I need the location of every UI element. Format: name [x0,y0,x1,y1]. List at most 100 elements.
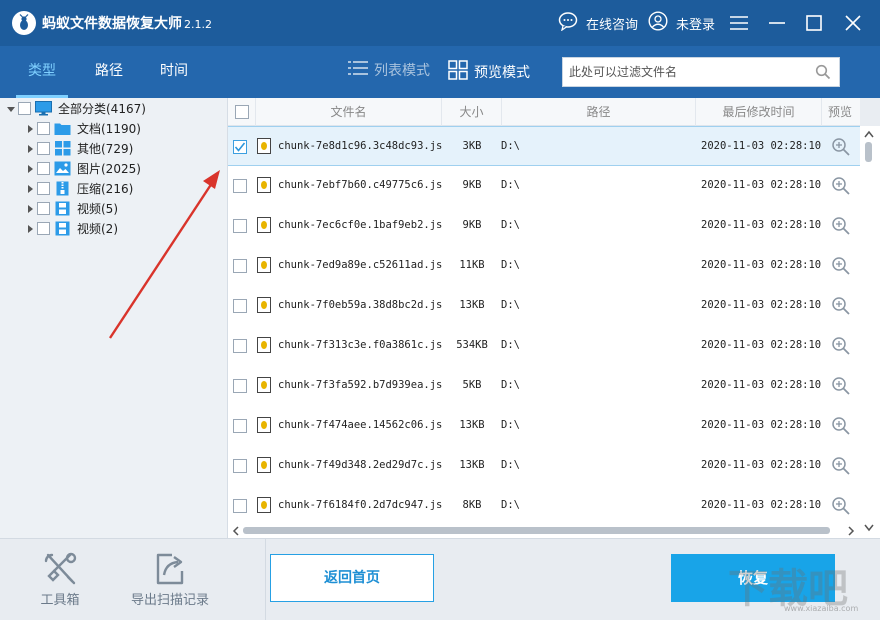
scroll-down-arrow-icon[interactable] [860,522,880,534]
login-button[interactable]: 未登录 [648,11,715,34]
tree-item-video-1[interactable]: 视频(5) [25,198,118,218]
zoom-preview-icon[interactable] [831,456,851,479]
tree-item-video-2[interactable]: 视频(2) [25,218,118,238]
scroll-right-arrow-icon[interactable] [845,524,857,538]
export-scan-record-button[interactable]: 导出扫描记录 [126,549,214,608]
table-row[interactable]: chunk-7f474aee.14562c06.js 13KB D:\ 2020… [228,406,860,446]
table-row[interactable]: chunk-7ebf7b60.c49775c6.js 9KB D:\ 2020-… [228,166,860,206]
maximize-button[interactable] [803,12,825,34]
tree-item-checkbox[interactable] [37,201,50,215]
collapsed-arrow-icon[interactable] [25,143,35,153]
row-checkbox[interactable] [233,419,247,433]
collapsed-arrow-icon[interactable] [25,123,35,133]
tree-item-checkbox[interactable] [37,121,50,135]
list-icon [348,60,368,80]
tree-item-archives[interactable]: 压缩(216) [25,178,133,198]
online-consult-button[interactable]: 在线咨询 [558,12,638,34]
tree-item-checkbox[interactable] [37,221,50,235]
collapsed-arrow-icon[interactable] [25,163,35,173]
row-checkbox[interactable] [233,459,247,473]
file-mtime: 2020-11-03 02:28:10 [701,379,822,391]
table-row[interactable]: chunk-7ed9a89e.c52611ad.js 11KB D:\ 2020… [228,246,860,286]
tree-item-images[interactable]: 图片(2025) [25,158,141,178]
column-header-mtime[interactable]: 最后修改时间 [696,98,822,126]
column-header-preview[interactable]: 预览 [822,98,860,126]
horizontal-scrollbar[interactable] [228,524,860,538]
expanded-arrow-icon[interactable] [6,103,16,113]
table-row[interactable]: chunk-7f0eb59a.38d8bc2d.js 13KB D:\ 2020… [228,286,860,326]
table-row[interactable]: chunk-7f49d348.2ed29d7c.js 13KB D:\ 2020… [228,446,860,486]
collapsed-arrow-icon[interactable] [25,223,35,233]
row-checkbox[interactable] [233,499,247,513]
filter-input[interactable] [563,58,803,86]
file-path: D:\ [501,419,520,431]
back-home-button[interactable]: 返回首页 [270,554,434,602]
tab-path[interactable]: 路径 [95,60,123,80]
tree-item-other[interactable]: 其他(729) [25,138,133,158]
file-mtime: 2020-11-03 02:28:10 [701,259,822,271]
close-button[interactable] [842,12,864,34]
grid-view-icon [448,60,468,84]
column-header-path[interactable]: 路径 [502,98,696,126]
toolbox-button[interactable]: 工具箱 [36,549,84,608]
tree-item-checkbox[interactable] [37,141,50,155]
file-mtime: 2020-11-03 02:28:10 [701,179,822,191]
tab-time[interactable]: 时间 [160,60,188,80]
list-mode-button[interactable]: 列表模式 [348,60,430,80]
vertical-scroll-thumb[interactable] [865,142,872,162]
zoom-preview-icon[interactable] [831,496,851,519]
column-header-name[interactable]: 文件名 [256,98,442,126]
app-logo-icon [12,11,36,35]
select-all-checkbox[interactable] [234,104,249,119]
tree-root-label: 全部分类(4167) [58,101,146,116]
table-row[interactable]: chunk-7e8d1c96.3c48dc93.js 3KB D:\ 2020-… [228,126,860,166]
zoom-preview-icon[interactable] [831,416,851,439]
file-size: 13KB [459,299,485,311]
preview-mode-button[interactable]: 预览模式 [448,60,530,84]
zoom-preview-icon[interactable] [831,256,851,279]
column-header-size[interactable]: 大小 [442,98,502,126]
tree-item-documents[interactable]: 文档(1190) [25,118,141,138]
collapsed-arrow-icon[interactable] [25,203,35,213]
scroll-up-arrow-icon[interactable] [860,128,880,140]
file-name: chunk-7f49d348.2ed29d7c.js [278,459,443,471]
row-checkbox[interactable] [233,299,247,313]
row-checkbox[interactable] [233,259,247,273]
row-checkbox[interactable] [233,339,247,353]
table-row[interactable]: chunk-7f313c3e.f0a3861c.js 534KB D:\ 202… [228,326,860,366]
row-checkbox[interactable] [233,140,247,154]
horizontal-scroll-thumb[interactable] [243,527,830,534]
js-file-icon [257,177,271,193]
monitor-icon [35,100,52,116]
tree-item-checkbox[interactable] [37,161,50,175]
tab-type[interactable]: 类型 [28,60,56,80]
scroll-left-arrow-icon[interactable] [230,524,242,538]
zoom-preview-icon[interactable] [831,176,851,199]
tree-root[interactable]: 全部分类(4167) [6,98,146,118]
row-checkbox[interactable] [233,179,247,193]
row-checkbox[interactable] [233,379,247,393]
close-icon [845,15,861,31]
maximize-icon [806,15,822,31]
table-row[interactable]: chunk-7ec6cf0e.1baf9eb2.js 9KB D:\ 2020-… [228,206,860,246]
table-row[interactable]: chunk-7f6184f0.2d7dc947.js 8KB D:\ 2020-… [228,486,860,524]
table-row[interactable]: chunk-7f3fa592.b7d939ea.js 5KB D:\ 2020-… [228,366,860,406]
tree-root-checkbox[interactable] [18,101,31,115]
file-name: chunk-7ec6cf0e.1baf9eb2.js [278,219,443,231]
row-checkbox[interactable] [233,219,247,233]
tree-item-checkbox[interactable] [37,181,50,195]
zoom-preview-icon[interactable] [831,296,851,319]
watermark-url: www.xiazaiba.com [784,604,859,613]
tree-item-label: 其他(729) [77,141,134,156]
vertical-scrollbar[interactable] [860,126,880,538]
zoom-preview-icon[interactable] [831,216,851,239]
zoom-preview-icon[interactable] [831,376,851,399]
minimize-button[interactable] [766,12,788,34]
zoom-preview-icon[interactable] [831,137,851,160]
bottom-divider [265,539,266,620]
menu-button[interactable] [728,12,750,34]
collapsed-arrow-icon[interactable] [25,183,35,193]
zoom-preview-icon[interactable] [831,336,851,359]
js-file-icon [257,337,271,353]
search-icon[interactable] [815,64,831,83]
